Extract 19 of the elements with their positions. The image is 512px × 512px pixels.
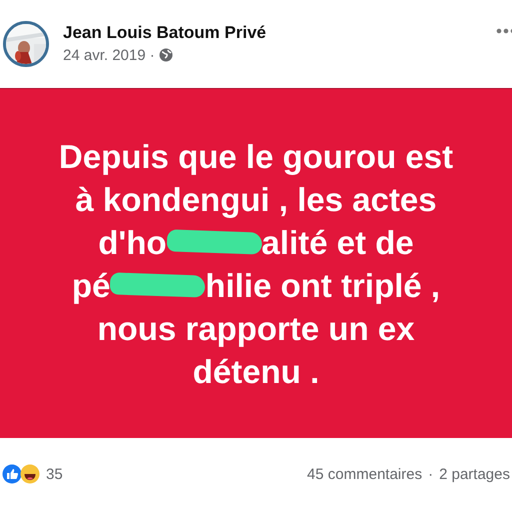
avatar[interactable] — [3, 21, 49, 67]
post-text: détenu . — [192, 352, 320, 392]
laughing-emoji-icon[interactable] — [20, 464, 40, 484]
like-icon[interactable] — [2, 464, 22, 484]
more-icon[interactable] — [496, 28, 512, 34]
globe-icon — [158, 48, 173, 62]
post-text: pé — [72, 266, 110, 306]
post-text: hilie ont triplé , — [205, 266, 440, 306]
post-date[interactable]: 24 avr. 2019 · — [63, 46, 155, 64]
separator-dot: · — [428, 466, 434, 482]
post-text: Depuis que le gourou est — [58, 136, 454, 177]
reaction-count[interactable]: 35 — [46, 466, 63, 482]
post-text: alité et de — [262, 222, 414, 262]
post-text: nous rapporte un ex — [97, 308, 415, 349]
post-text: à kondengui , les actes — [75, 180, 437, 220]
shares-count[interactable]: 2 partages — [439, 466, 510, 482]
comments-count[interactable]: 45 commentaires — [307, 466, 422, 482]
post-text: d'ho — [98, 222, 167, 262]
author-name[interactable]: Jean Louis Batoum Privé — [63, 22, 266, 42]
